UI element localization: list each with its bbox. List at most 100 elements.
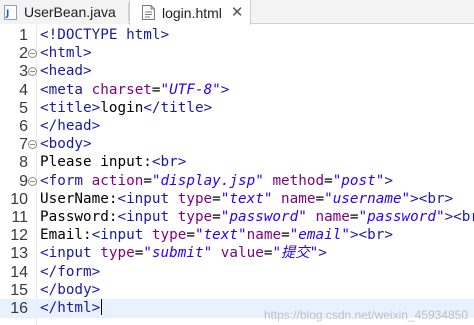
code-token: "email" — [289, 227, 350, 244]
code-token: Email: — [40, 227, 92, 244]
code-token: > — [384, 172, 393, 189]
code-line[interactable]: 15 </body> — [0, 281, 474, 300]
code-line[interactable]: 3− <head> — [0, 62, 474, 81]
code-token: ><br> — [410, 190, 454, 207]
code-token: action — [91, 172, 144, 189]
code-text: <body> — [40, 135, 92, 154]
line-number: 15 — [10, 281, 28, 299]
line-number: 10 — [10, 190, 28, 208]
tab-label: login.html — [162, 4, 222, 21]
code-editor[interactable]: 1 <!DOCTYPE html> 2− <html> 3− <head> 4 <meta c… — [0, 25, 474, 325]
code-token: <input — [40, 245, 101, 262]
code-token: <!DOCTYPE html> — [40, 27, 170, 43]
code-line[interactable]: 10 UserName:<input type="text" name="user… — [0, 190, 474, 209]
code-token: <body> — [40, 136, 92, 153]
tab-login-html[interactable]: login.html ✕ — [129, 0, 251, 25]
code-text: </html> — [40, 299, 103, 318]
code-line[interactable]: 4 <meta charset="UTF-8"> — [0, 81, 474, 100]
code-line[interactable]: 8 Please input:<br> — [0, 153, 474, 172]
line-number: 13 — [10, 245, 28, 263]
code-token: "UTF-8" — [160, 81, 221, 98]
code-text: Password:<input type="password" name="pa… — [40, 208, 474, 227]
code-line[interactable]: 6 </head> — [0, 117, 474, 136]
fold-toggle-icon[interactable]: − — [28, 67, 37, 77]
code-text: <!DOCTYPE html> — [40, 26, 169, 45]
code-token: "password" — [358, 209, 445, 225]
code-token: name — [246, 227, 282, 244]
code-token: </title> — [143, 99, 213, 116]
code-token: name — [315, 209, 350, 225]
watermark: https://blog.csdn.net/weixin_45934850 — [263, 308, 468, 322]
code-token: = — [315, 190, 325, 207]
line-number: 1 — [19, 27, 28, 44]
code-token: <head> — [40, 63, 92, 80]
code-token: "提交" — [272, 245, 319, 262]
code-token: <br> — [151, 154, 187, 171]
html-file-icon — [142, 5, 155, 20]
code-token: </form> — [40, 263, 101, 280]
code-text: <form action="display.jsp" method="post"… — [40, 172, 393, 191]
code-token: type — [151, 227, 187, 244]
code-text: <input type="submit" value="提交"> — [40, 244, 327, 263]
line-number: 11 — [11, 209, 28, 226]
code-token: <form — [40, 172, 92, 189]
line-number: 3 — [19, 63, 28, 81]
close-icon[interactable]: ✕ — [231, 5, 244, 20]
code-token: </html> — [40, 300, 101, 316]
code-line[interactable]: 13 <input type="submit" value="提交"> — [0, 244, 474, 263]
code-token: > — [318, 245, 327, 262]
code-token: = — [281, 227, 290, 244]
code-token: > — [220, 81, 230, 98]
tab-label: UserBean.java — [24, 4, 116, 20]
line-number: 9 — [19, 172, 28, 190]
code-token: type — [177, 190, 213, 207]
code-token: = — [151, 81, 161, 98]
code-token: "password" — [220, 209, 307, 225]
line-number: 12 — [10, 227, 28, 245]
code-text: <title>login</title> — [40, 99, 212, 118]
code-token: UserName: — [40, 190, 118, 207]
line-number: 4 — [19, 81, 28, 99]
tab-userbean-java[interactable]: J UserBean.java — [0, 0, 128, 24]
line-number: 16 — [10, 300, 28, 317]
java-file-icon: J — [4, 4, 17, 20]
code-token: charset — [91, 81, 152, 98]
code-line[interactable]: 2− <html> — [0, 44, 474, 63]
code-token: = — [212, 190, 221, 207]
fold-toggle-icon[interactable]: − — [28, 49, 37, 59]
code-line[interactable]: 12 Email:<input type="text"name="email"><… — [0, 226, 474, 245]
code-token: = — [324, 172, 333, 189]
code-token: login — [100, 99, 144, 116]
code-line[interactable]: 9− <form action="display.jsp" method="pos… — [0, 172, 474, 191]
code-token: method — [272, 172, 325, 189]
code-line[interactable]: 5 <title>login</title> — [0, 99, 474, 118]
code-token: "submit" — [143, 245, 213, 262]
code-text: Email:<input type="text"name="email"><br… — [40, 226, 393, 245]
code-text: <meta charset="UTF-8"> — [40, 81, 229, 100]
code-token: <input — [117, 209, 178, 225]
fold-toggle-icon[interactable]: − — [28, 176, 37, 186]
code-line[interactable]: 11 Password:<input type="password" name="… — [0, 208, 474, 227]
code-token: = — [186, 227, 195, 244]
code-token: name — [281, 190, 316, 207]
code-token: "display.jsp" — [151, 172, 264, 189]
code-token: <html> — [40, 45, 92, 62]
code-line[interactable]: 1 <!DOCTYPE html> — [0, 26, 474, 45]
code-line[interactable]: 7− <body> — [0, 135, 474, 154]
code-line[interactable]: 14 </form> — [0, 263, 474, 282]
fold-toggle-icon[interactable]: − — [28, 140, 37, 150]
line-number: 8 — [19, 154, 28, 172]
code-token: "text" — [220, 190, 273, 207]
code-text: </form> — [40, 263, 100, 282]
code-token: value — [220, 245, 264, 262]
line-number: 5 — [19, 99, 28, 117]
text-caret — [101, 299, 103, 315]
code-token: type — [100, 245, 135, 262]
code-token: "post" — [332, 172, 385, 189]
line-number: 7 — [19, 136, 28, 154]
code-token: Password: — [40, 209, 118, 225]
code-token: <input — [91, 227, 152, 244]
code-token: type — [177, 209, 213, 225]
editor-tab-bar: J UserBean.java login.html ✕ — [0, 0, 474, 25]
